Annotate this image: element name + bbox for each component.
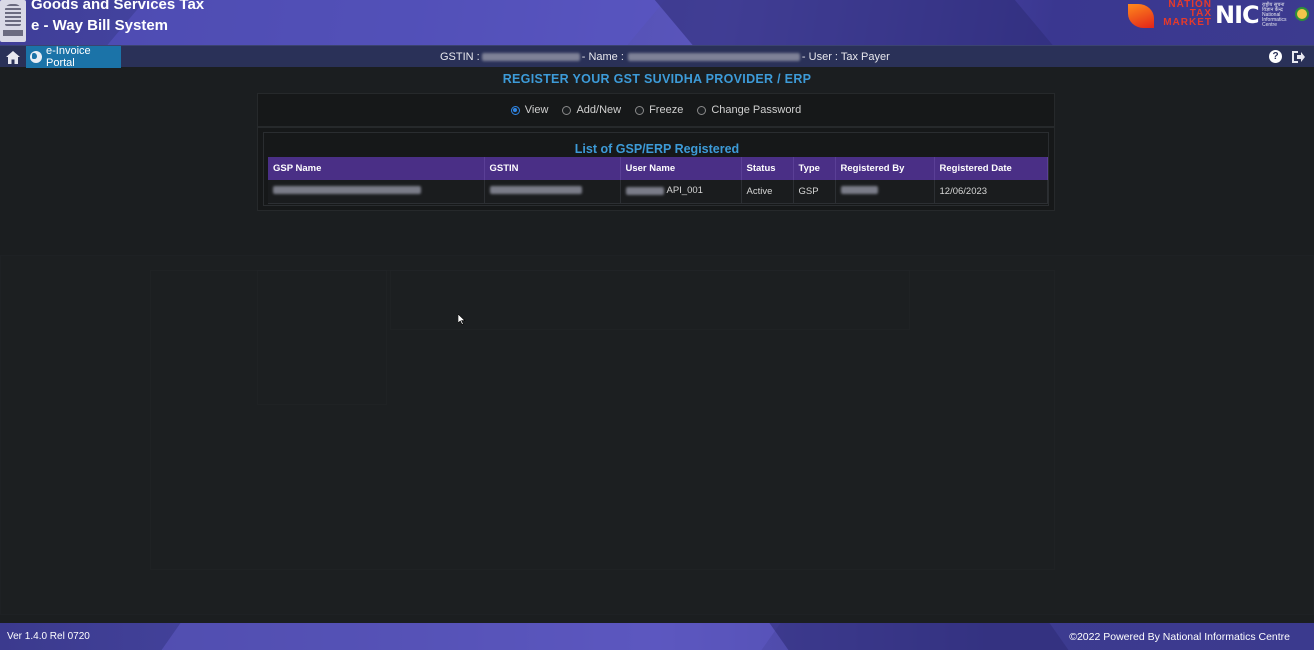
gsp-list-container: List of GSP/ERP Registered GSP Name GSTI… [263, 132, 1049, 206]
background-ghost-panel [390, 270, 910, 330]
version-text: Ver 1.4.0 Rel 0720 [7, 631, 90, 642]
cell-type: GSP [793, 180, 836, 204]
column-header-type[interactable]: Type [793, 157, 836, 180]
home-button[interactable] [4, 48, 22, 66]
name-label: - Name : [581, 51, 624, 63]
nic-logo-subtext: राष्ट्रीय सूचना विज्ञान केन्द्र National… [1262, 2, 1287, 28]
gstin-label: GSTIN : [440, 51, 480, 63]
mouse-cursor-icon [458, 314, 466, 325]
flame-icon [1128, 4, 1154, 28]
cell-gsp-name [268, 180, 485, 204]
globe-icon [30, 51, 42, 63]
header-banner: Goods and Services Tax e - Way Bill Syst… [0, 0, 1314, 45]
name-value-redacted [627, 53, 800, 61]
nation-tax-market-logo: NATION TAX MARKET [1128, 0, 1212, 30]
radio-change-password[interactable]: Change Password [697, 104, 801, 116]
site-subtitle: e - Way Bill System [31, 17, 168, 34]
radio-label: Add/New [576, 104, 622, 116]
tab-e-invoice-portal[interactable]: e-Invoice Portal [26, 45, 121, 69]
column-header-gsp-name[interactable]: GSP Name [268, 157, 485, 180]
nic-logo: NIC [1215, 1, 1260, 29]
home-icon [6, 50, 20, 64]
cell-gstin [484, 180, 621, 204]
top-navbar: e-Invoice Portal GSTIN : - Name : - User… [0, 45, 1314, 69]
radio-button-icon[interactable] [562, 105, 572, 115]
background-ghost-panel [257, 270, 387, 405]
footer: Ver 1.4.0 Rel 0720 ©2022 Powered By Nati… [0, 623, 1314, 650]
footer-decoration [765, 623, 1075, 650]
powered-by-text: ©2022 Powered By National Informatics Ce… [1069, 631, 1290, 643]
national-emblem-logo [0, 0, 26, 42]
cell-status: Active [741, 180, 794, 204]
tab-label: e-Invoice Portal [46, 45, 91, 69]
gsp-name-redacted [273, 185, 421, 194]
user-info: GSTIN : - Name : - User : Tax Payer [440, 46, 890, 68]
table-header-row: GSP Name GSTIN User Name Status Type Reg… [268, 157, 1048, 180]
radio-view[interactable]: View [510, 104, 549, 116]
help-icon[interactable]: ? [1269, 50, 1282, 63]
cell-registered-date: 12/06/2023 [934, 180, 1048, 204]
radio-label: View [524, 104, 549, 116]
radio-add-new[interactable]: Add/New [562, 104, 621, 116]
gsp-table: GSP Name GSTIN User Name Status Type Reg… [268, 157, 1048, 204]
list-title: List of GSP/ERP Registered [574, 142, 740, 156]
column-header-user-name[interactable]: User Name [620, 157, 742, 180]
site-title: Goods and Services Tax [31, 0, 205, 13]
radio-button-icon[interactable] [635, 105, 645, 115]
radio-freeze[interactable]: Freeze [635, 104, 683, 116]
column-header-status[interactable]: Status [741, 157, 794, 180]
ntm-logo-text: NATION TAX MARKET [1163, 0, 1212, 28]
gstin-value-redacted [481, 53, 580, 61]
banner-decoration [646, 0, 1074, 45]
options-radio-group: View Add/New Freeze Change Password [257, 93, 1055, 127]
user-label: - User : Tax Payer [801, 51, 890, 63]
table-row[interactable]: API_001 Active GSP 12/06/2023 [268, 180, 1048, 204]
registered-by-redacted [840, 185, 878, 194]
logout-button[interactable] [1290, 49, 1306, 65]
radio-label: Freeze [649, 104, 684, 116]
radio-button-icon[interactable] [510, 105, 520, 115]
user-name-value: API_001 [666, 185, 703, 196]
page-title: REGISTER YOUR GST SUVIDHA PROVIDER / ERP [502, 72, 812, 86]
cell-user-name: API_001 [620, 180, 742, 204]
radio-label: Change Password [711, 104, 802, 116]
column-header-registered-date[interactable]: Registered Date [934, 157, 1048, 180]
gstin-redacted [489, 185, 582, 194]
user-name-prefix-redacted [625, 186, 664, 195]
logout-icon [1292, 51, 1305, 63]
gsp-list-panel: List of GSP/ERP Registered GSP Name GSTI… [257, 127, 1055, 211]
radio-button-icon[interactable] [697, 105, 707, 115]
column-header-registered-by[interactable]: Registered By [835, 157, 935, 180]
seal-icon [1295, 7, 1309, 21]
cell-registered-by [835, 180, 935, 204]
footer-decoration [155, 623, 785, 650]
column-header-gstin[interactable]: GSTIN [484, 157, 621, 180]
